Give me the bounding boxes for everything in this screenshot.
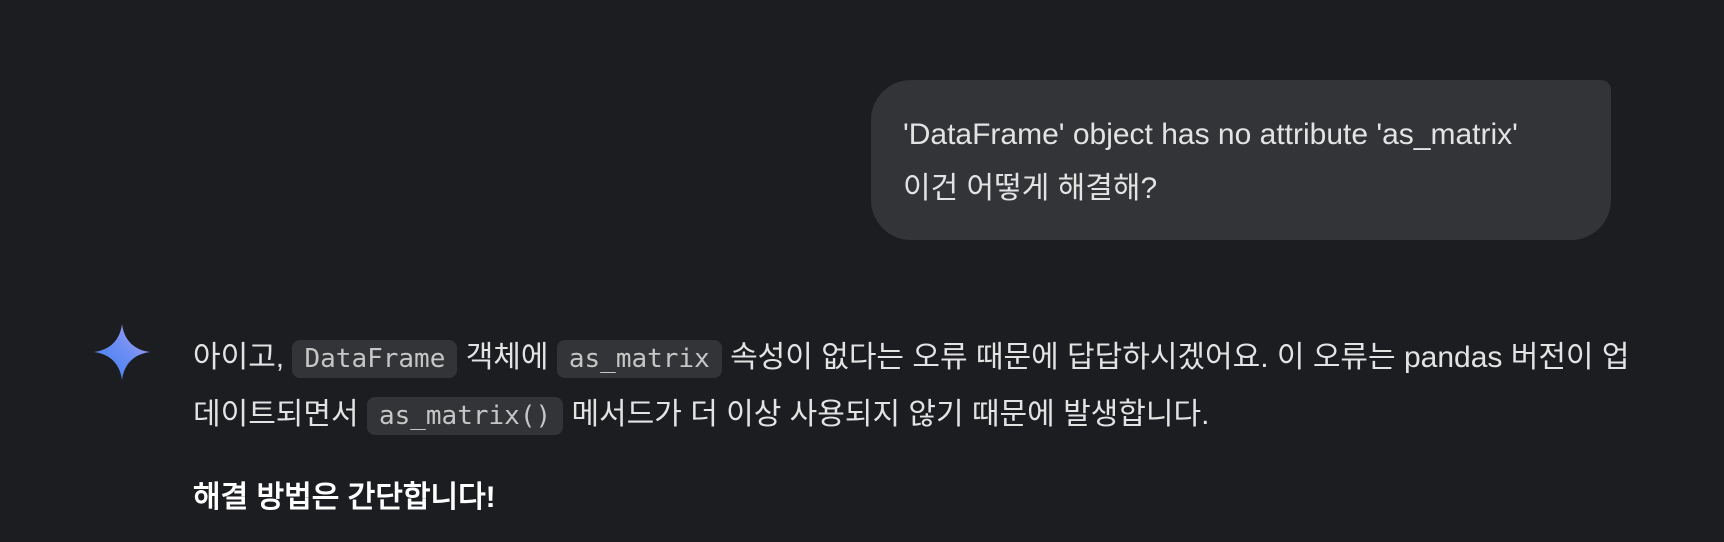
inline-code: as_matrix [556,340,722,378]
response-text: 객체에 [457,341,557,374]
gemini-sparkle-icon [94,324,150,380]
user-message-line-2: 이건 어떻게 해결해? [903,172,1158,205]
user-message-line-1: 'DataFrame' object has no attribute 'as_… [903,118,1518,151]
user-message-bubble: 'DataFrame' object has no attribute 'as_… [871,80,1611,240]
chat-view: 'DataFrame' object has no attribute 'as_… [0,0,1724,542]
inline-code: as_matrix() [366,397,564,435]
response-text: 메서드가 더 이상 사용되지 않기 때문에 발생합니다. [563,398,1210,431]
inline-code: DataFrame [292,340,458,378]
response-paragraph: 아이고, DataFrame 객체에 as_matrix 속성이 없다는 오류 … [193,330,1633,444]
assistant-response: 아이고, DataFrame 객체에 as_matrix 속성이 없다는 오류 … [193,330,1633,526]
response-text: 아이고, [193,341,293,374]
response-heading: 해결 방법은 간단합니다! [193,481,496,514]
